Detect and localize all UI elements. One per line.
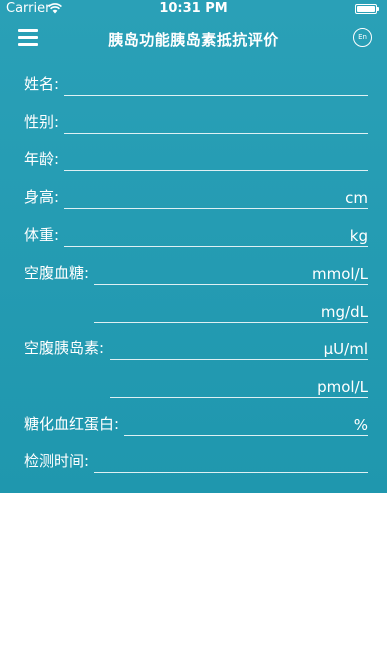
height-input[interactable]: [64, 186, 368, 209]
weight-row: 体重: kg: [24, 225, 368, 247]
weight-input[interactable]: [64, 224, 368, 247]
hba1c-input[interactable]: [124, 413, 368, 436]
height-unit: cm: [345, 189, 368, 207]
fasting-insulin-pmol-unit: pmol/L: [317, 378, 368, 396]
fasting-glucose-mmol-unit: mmol/L: [312, 265, 368, 283]
test-time-input[interactable]: [94, 450, 368, 473]
height-label: 身高:: [24, 188, 60, 206]
weight-label: 体重:: [24, 226, 60, 244]
hba1c-unit: %: [353, 416, 368, 434]
height-row: 身高: cm: [24, 187, 368, 209]
gender-input[interactable]: [64, 111, 368, 134]
battery-icon: [355, 4, 379, 14]
fasting-glucose-row: 空腹血糖: mmol/L: [24, 263, 368, 285]
navigation-bar: 胰岛功能胰岛素抵抗评价 En: [0, 20, 387, 58]
language-toggle-button[interactable]: En: [353, 28, 372, 47]
name-row: 姓名:: [24, 74, 368, 96]
status-bar: Carrier 10:31 PM: [0, 0, 387, 20]
page-title: 胰岛功能胰岛素抵抗评价: [108, 31, 279, 49]
test-time-label: 检测时间:: [24, 452, 90, 470]
name-label: 姓名:: [24, 75, 60, 93]
fasting-glucose-mg-row: mg/dL: [24, 301, 368, 323]
name-input[interactable]: [64, 73, 368, 96]
clock: 10:31 PM: [159, 1, 228, 16]
fasting-insulin-uu-unit: µU/ml: [323, 340, 368, 358]
fasting-glucose-label: 空腹血糖:: [24, 264, 90, 282]
gender-label: 性别:: [24, 113, 60, 131]
fasting-insulin-row: 空腹胰岛素: µU/ml: [24, 338, 368, 360]
age-row: 年龄:: [24, 149, 368, 171]
hba1c-row: 糖化血红蛋白: %: [24, 414, 368, 436]
age-label: 年龄:: [24, 150, 60, 168]
test-time-row: 检测时间:: [24, 451, 368, 473]
weight-unit: kg: [349, 227, 368, 245]
fasting-glucose-mg-unit: mg/dL: [320, 303, 368, 321]
gender-row: 性别:: [24, 112, 368, 134]
fasting-insulin-pmol-row: pmol/L: [24, 376, 368, 398]
hba1c-label: 糖化血红蛋白:: [24, 415, 120, 433]
fasting-insulin-label: 空腹胰岛素:: [24, 339, 105, 357]
age-input[interactable]: [64, 148, 368, 171]
